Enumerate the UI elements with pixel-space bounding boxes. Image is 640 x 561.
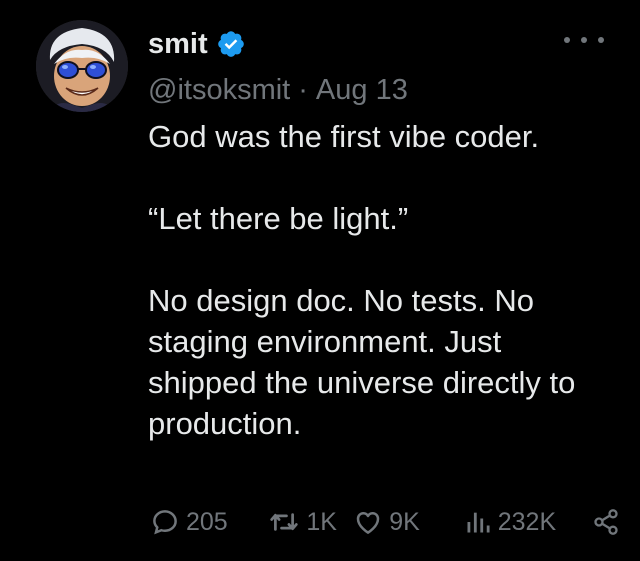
share-icon: [592, 507, 620, 537]
tweet-paragraph: “Let there be light.”: [148, 201, 409, 236]
more-dot: [581, 37, 587, 43]
reply-bubble-icon: [150, 507, 180, 537]
meta-separator: ·: [298, 74, 308, 106]
reply-count: 205: [186, 507, 228, 536]
reply-button[interactable]: 205: [150, 507, 268, 537]
meta-row: @itsoksmit · Aug 13: [148, 70, 610, 110]
name-row: smit: [148, 22, 610, 66]
author-display-name[interactable]: smit: [148, 28, 208, 61]
avatar[interactable]: [36, 20, 128, 112]
action-bar: 205 1K 9K 232K: [150, 500, 620, 544]
tweet-header: smit @itsoksmit · Aug 13: [148, 22, 610, 112]
share-button[interactable]: [592, 507, 620, 537]
views-count: 232K: [497, 507, 557, 536]
more-dot: [598, 37, 604, 43]
avatar-image: [36, 20, 128, 112]
tweet-body: God was the first vibe coder. “Let there…: [148, 116, 618, 444]
retweet-button[interactable]: 1K: [268, 507, 353, 537]
heart-icon: [353, 507, 383, 537]
like-button[interactable]: 9K: [353, 507, 464, 537]
retweet-count: 1K: [306, 507, 337, 536]
tweet-paragraph: God was the first vibe coder.: [148, 119, 540, 154]
views-button[interactable]: 232K: [464, 507, 592, 537]
tweet-paragraph: No design doc. No tests. No staging envi…: [148, 283, 576, 441]
views-bar-chart-icon: [464, 507, 492, 537]
tweet: smit @itsoksmit · Aug 13 God was the first…: [0, 0, 640, 561]
more-dot: [564, 37, 570, 43]
tweet-date[interactable]: Aug 13: [316, 74, 408, 106]
verified-badge-icon: [216, 29, 246, 59]
retweet-icon: [268, 507, 300, 537]
author-handle[interactable]: @itsoksmit: [148, 74, 290, 106]
like-count: 9K: [389, 507, 420, 536]
more-dots-icon[interactable]: [564, 30, 604, 50]
